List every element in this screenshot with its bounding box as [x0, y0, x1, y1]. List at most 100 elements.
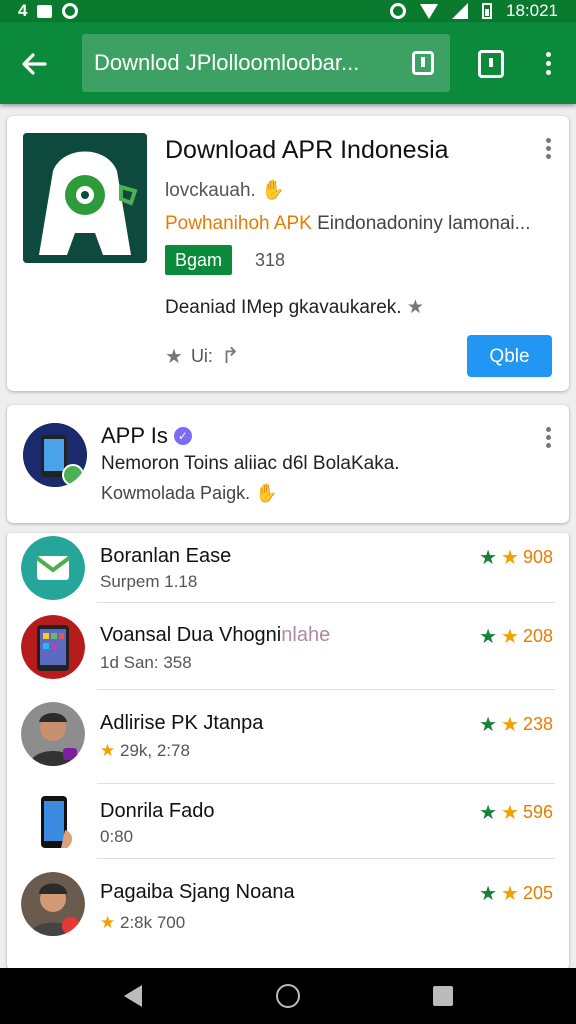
nav-home-icon[interactable] — [276, 984, 300, 1008]
star-orange-icon: ★ — [501, 547, 519, 569]
category-rest: Eindonadoniny lamonai... — [317, 213, 531, 234]
list-item-subtitle: ★ 29k, 2:78 — [100, 741, 190, 761]
sponsor-subtitle-text: Kowmolada Paigk. — [101, 483, 251, 503]
app-list: Boranlan Ease Surpem 1.18 ★ ★ 908 Voansa… — [7, 533, 569, 969]
sponsor-description: Nemoron Toins aliiac d6l BolaKaka. — [101, 453, 400, 474]
back-button[interactable] — [14, 44, 54, 84]
list-item-title[interactable]: Donrila Fado — [100, 800, 215, 823]
star-orange-icon: ★ — [501, 883, 519, 905]
rating-value: 205 — [522, 883, 553, 903]
status-number: 4 — [18, 1, 28, 20]
featured-app-card[interactable]: Download APR Indonesia lovckauah. ✋ Powh… — [7, 116, 569, 391]
arrow-left-icon — [22, 53, 47, 75]
rating-value: 238 — [522, 714, 553, 734]
description-text: Deaniad IMep gkavaukarek. — [165, 297, 402, 318]
rating-value: 596 — [522, 802, 553, 822]
list-item[interactable]: Donrila Fado 0:80 ★ ★ 596 — [7, 784, 569, 859]
star-green-icon: ★ — [479, 714, 498, 736]
status-left: 4 — [18, 0, 79, 22]
star-green-icon: ★ — [479, 883, 498, 905]
url-bar[interactable]: Downlod JPlolloomloobar... — [82, 34, 450, 92]
list-item[interactable]: Voansal Dua Vhogninlahe 1d San: 358 ★ ★ … — [7, 603, 569, 690]
sponsor-title[interactable]: APP Is ✓ — [101, 423, 192, 449]
list-item[interactable]: Boranlan Ease Surpem 1.18 ★ ★ 908 — [7, 533, 569, 603]
featured-title[interactable]: Download APR Indonesia — [165, 136, 449, 165]
sponsor-subtitle: Kowmolada Paigk. ✋ — [101, 483, 278, 504]
list-item[interactable]: Adlirise PK Jtanpa ★ 29k, 2:78 ★ ★ 238 — [7, 690, 569, 784]
share-icon[interactable]: ↱ — [221, 343, 239, 369]
hand-emoji-icon: ✋ — [255, 483, 278, 503]
status-bar: 4 18:021 — [0, 0, 576, 22]
sync-icon — [62, 3, 79, 19]
gallery-icon — [37, 4, 53, 18]
star-orange-icon: ★ — [501, 802, 519, 824]
install-button[interactable]: Qble — [467, 335, 552, 377]
featured-more-button[interactable] — [544, 138, 552, 162]
star-green-icon: ★ — [479, 802, 498, 824]
navigation-bar — [0, 968, 576, 1024]
list-item-subtitle-text: 29k, 2:78 — [119, 741, 190, 760]
list-item-subtitle-text: 2:8k 700 — [119, 913, 186, 932]
list-item[interactable]: Pagaiba Sjang Noana ★ 2:8k 700 ★ ★ 205 — [7, 859, 569, 959]
list-item-title[interactable]: Boranlan Ease — [100, 545, 231, 568]
smartphone-icon — [21, 790, 85, 854]
rating-value: 208 — [522, 626, 553, 646]
page-action-icon[interactable] — [412, 51, 434, 75]
tabs-button[interactable] — [478, 50, 504, 78]
nav-back-icon[interactable] — [124, 985, 142, 1007]
star-icon: ★ — [165, 345, 183, 368]
sponsor-app-icon — [23, 423, 87, 487]
star-orange-icon: ★ — [501, 626, 519, 648]
star-green-icon: ★ — [479, 547, 498, 569]
developer-name: lovckauah. — [165, 180, 256, 201]
sponsor-card[interactable]: APP Is ✓ Nemoron Toins aliiac d6l BolaKa… — [7, 405, 569, 523]
status-time: 18:021 — [506, 1, 558, 20]
list-item-rating: ★ ★ 238 — [479, 712, 553, 737]
list-item-rating: ★ ★ 908 — [479, 545, 553, 570]
person-avatar-icon — [21, 872, 85, 936]
verified-icon: ✓ — [173, 427, 192, 445]
rating-value: 908 — [522, 547, 553, 567]
featured-category: Powhanihoh APK Eindonadoniny lamonai... — [165, 213, 531, 235]
overflow-menu-button[interactable] — [538, 48, 558, 80]
nav-recents-icon[interactable] — [433, 986, 453, 1006]
message-app-icon — [21, 536, 85, 600]
featured-description: Deaniad IMep gkavaukarek. ★ — [165, 296, 424, 319]
battery-icon — [482, 3, 492, 19]
hand-emoji-icon: ✋ — [261, 180, 285, 201]
featured-badge: Bgam — [165, 245, 233, 275]
category-prefix: Powhanihoh APK — [165, 213, 312, 234]
list-item-rating: ★ ★ 596 — [479, 800, 553, 825]
featured-app-icon — [23, 133, 147, 263]
star-green-icon: ★ — [479, 626, 498, 648]
star-orange-icon: ★ — [501, 714, 519, 736]
status-right: 18:021 — [390, 0, 558, 22]
alarm-icon — [390, 3, 406, 19]
person-avatar-icon — [21, 702, 85, 766]
phone-apps-icon — [21, 615, 85, 679]
list-item-subtitle: ★ 2:8k 700 — [100, 913, 185, 933]
list-item-rating: ★ ★ 208 — [479, 624, 553, 649]
wifi-icon — [420, 3, 438, 19]
footer-label: Ui: — [190, 345, 213, 366]
featured-footer: ★ Ui: ↱ — [165, 343, 239, 369]
star-orange-icon: ★ — [100, 913, 116, 932]
sponsor-more-button[interactable] — [544, 427, 552, 451]
list-item-title-faded: nlahe — [281, 624, 331, 646]
sponsor-title-text[interactable]: APP Is — [101, 423, 168, 449]
list-item-title[interactable]: Adlirise PK Jtanpa — [100, 712, 263, 735]
list-item-subtitle: 1d San: 358 — [100, 653, 192, 672]
list-item-subtitle: 0:80 — [100, 827, 134, 846]
list-item-title[interactable]: Voansal Dua Vhogninlahe — [100, 624, 330, 647]
featured-developer: lovckauah. ✋ — [165, 178, 285, 202]
list-item-rating: ★ ★ 205 — [479, 881, 553, 906]
app-bar: Downlod JPlolloomloobar... — [0, 22, 576, 104]
star-orange-icon: ★ — [100, 741, 116, 760]
signal-icon — [452, 3, 468, 19]
list-item-title[interactable]: Pagaiba Sjang Noana — [100, 881, 295, 904]
url-text[interactable]: Downlod JPlolloomloobar... — [94, 34, 394, 92]
list-item-subtitle: Surpem 1.18 — [100, 572, 198, 591]
star-icon: ★ — [406, 297, 424, 318]
featured-count: 318 — [255, 250, 286, 270]
list-item-title-text[interactable]: Voansal Dua Vhogni — [100, 624, 281, 646]
